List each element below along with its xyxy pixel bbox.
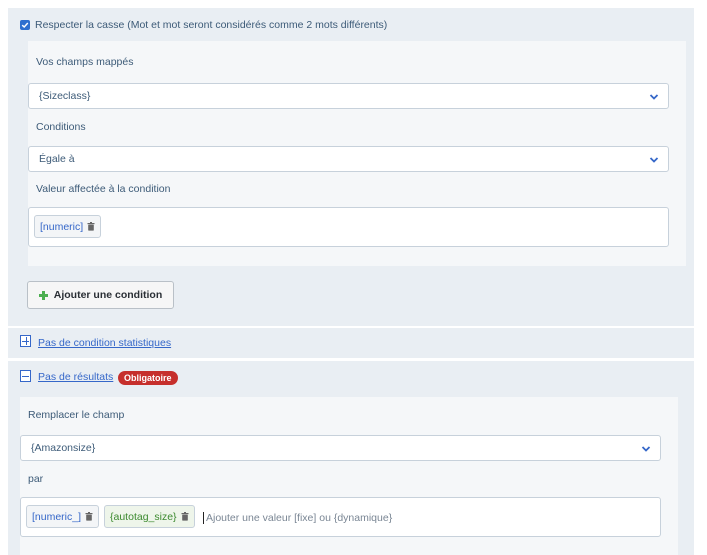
by-label: par xyxy=(28,473,44,485)
replace-field-select[interactable]: {Amazonsize} xyxy=(20,435,661,461)
assigned-value-label: Valeur affectée à la condition xyxy=(36,183,171,195)
chevron-down-icon xyxy=(641,446,651,452)
assigned-value-input[interactable]: [numeric] xyxy=(28,207,669,247)
add-condition-label: Ajouter une condition xyxy=(53,289,163,301)
value-tag-label: [numeric_] xyxy=(32,510,82,523)
text-cursor xyxy=(203,512,204,524)
case-sensitive-label: Respecter la casse (Mot et mot seront co… xyxy=(35,19,388,31)
results-card: Remplacer le champ {Amazonsize} par [num… xyxy=(20,397,678,555)
collapse-icon[interactable] xyxy=(20,370,31,382)
replace-field-value: {Amazonsize} xyxy=(31,442,96,454)
value-tag[interactable]: [numeric_] xyxy=(26,505,100,528)
stats-condition-link[interactable]: Pas de condition statistiques xyxy=(38,337,171,349)
condition-card: Vos champs mappés {Sizeclass} Conditions… xyxy=(28,41,686,266)
conditions-select[interactable]: Égale à xyxy=(28,146,669,172)
mapped-field-select[interactable]: {Sizeclass} xyxy=(28,83,669,109)
chevron-down-icon xyxy=(649,157,659,163)
value-tag-label: {autotag_size} xyxy=(110,510,177,523)
value-tag[interactable]: {autotag_size} xyxy=(104,505,195,528)
conditions-label-text: Conditions xyxy=(36,121,86,133)
condition-panel: Respecter la casse (Mot et mot seront co… xyxy=(8,8,694,326)
required-badge: Obligatoire xyxy=(118,371,178,385)
value-placeholder: Ajouter une valeur [fixe] ou {dynamique} xyxy=(206,512,393,524)
chevron-down-icon xyxy=(649,94,659,100)
mapped-fields-label: Vos champs mappés xyxy=(36,56,134,68)
conditions-value: Égale à xyxy=(39,153,75,165)
trash-icon[interactable] xyxy=(87,222,95,231)
expand-icon[interactable] xyxy=(20,335,31,347)
trash-icon[interactable] xyxy=(181,512,189,521)
stats-section: Pas de condition statistiques xyxy=(8,328,694,358)
checkbox-checked-icon[interactable] xyxy=(20,20,30,30)
value-tag-label: [numeric] xyxy=(40,220,84,233)
replace-field-label: Remplacer le champ xyxy=(28,409,125,421)
mapped-field-value: {Sizeclass} xyxy=(39,90,91,102)
replacement-value-input[interactable]: [numeric_] {autotag_size} Ajouter une va… xyxy=(20,497,661,537)
value-tag[interactable]: [numeric] xyxy=(34,215,102,238)
results-link[interactable]: Pas de résultats xyxy=(38,371,113,383)
plus-icon xyxy=(38,290,48,300)
add-condition-button[interactable]: Ajouter une condition xyxy=(27,281,174,309)
case-sensitive-option[interactable]: Respecter la casse (Mot et mot seront co… xyxy=(20,19,387,31)
trash-icon[interactable] xyxy=(85,512,93,521)
